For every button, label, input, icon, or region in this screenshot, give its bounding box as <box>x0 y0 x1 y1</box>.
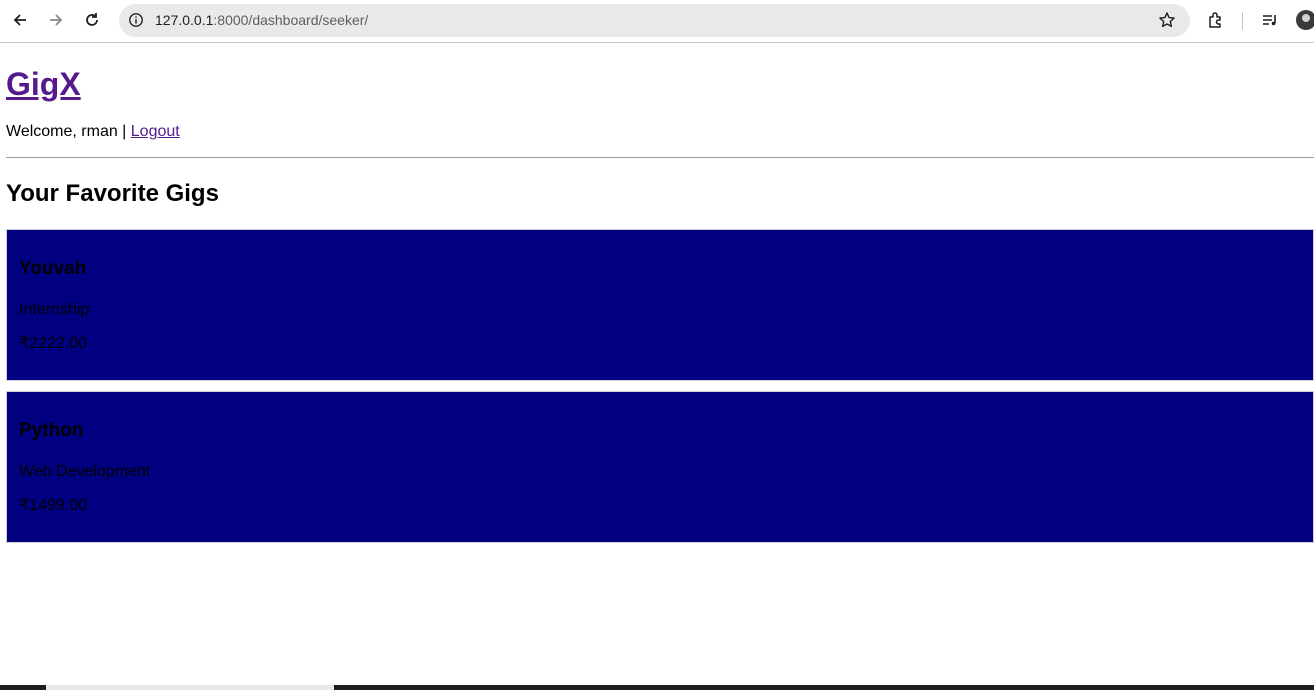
reload-icon[interactable] <box>79 7 105 33</box>
gig-card: Youvah Internship ₹2222.00 <box>6 229 1314 381</box>
back-icon[interactable] <box>7 7 33 33</box>
url-text[interactable]: 127.0.0.1:8000/dashboard/seeker/ <box>155 12 368 28</box>
url-host: 127.0.0.1 <box>155 12 214 28</box>
toolbar-divider <box>1242 12 1243 30</box>
gig-category: Internship <box>19 301 90 318</box>
forward-icon[interactable] <box>43 7 69 33</box>
address-bar[interactable]: 127.0.0.1:8000/dashboard/seeker/ <box>119 4 1190 37</box>
taskbar-highlight <box>46 685 334 690</box>
avatar[interactable] <box>1296 10 1314 30</box>
logout-link[interactable]: Logout <box>131 123 180 140</box>
page-content: GigX Welcome, rman | Logout Your Favorit… <box>6 44 1314 543</box>
site-title: GigX <box>6 65 1314 103</box>
welcome-text: Welcome, rman | <box>6 123 131 140</box>
extensions-icon[interactable] <box>1203 7 1229 33</box>
gig-category: Web Development <box>19 463 151 480</box>
browser-toolbar: 127.0.0.1:8000/dashboard/seeker/ <box>0 0 1314 43</box>
url-path: :8000/dashboard/seeker/ <box>213 12 369 28</box>
section-title: Your Favorite Gigs <box>6 180 219 207</box>
site-title-link[interactable]: GigX <box>6 66 81 102</box>
divider <box>6 157 1314 158</box>
info-icon[interactable] <box>127 11 145 29</box>
taskbar-edge <box>0 685 1314 690</box>
gig-card: Python Web Development ₹1499.00 <box>6 391 1314 543</box>
media-icon[interactable] <box>1257 7 1283 33</box>
star-icon[interactable] <box>1158 11 1176 29</box>
gig-title: Youvah <box>19 258 87 279</box>
gig-price: ₹2222.00 <box>19 335 88 352</box>
welcome-bar: Welcome, rman | Logout <box>6 122 1314 141</box>
gig-price: ₹1499.00 <box>19 497 88 514</box>
gig-title: Python <box>19 420 84 441</box>
